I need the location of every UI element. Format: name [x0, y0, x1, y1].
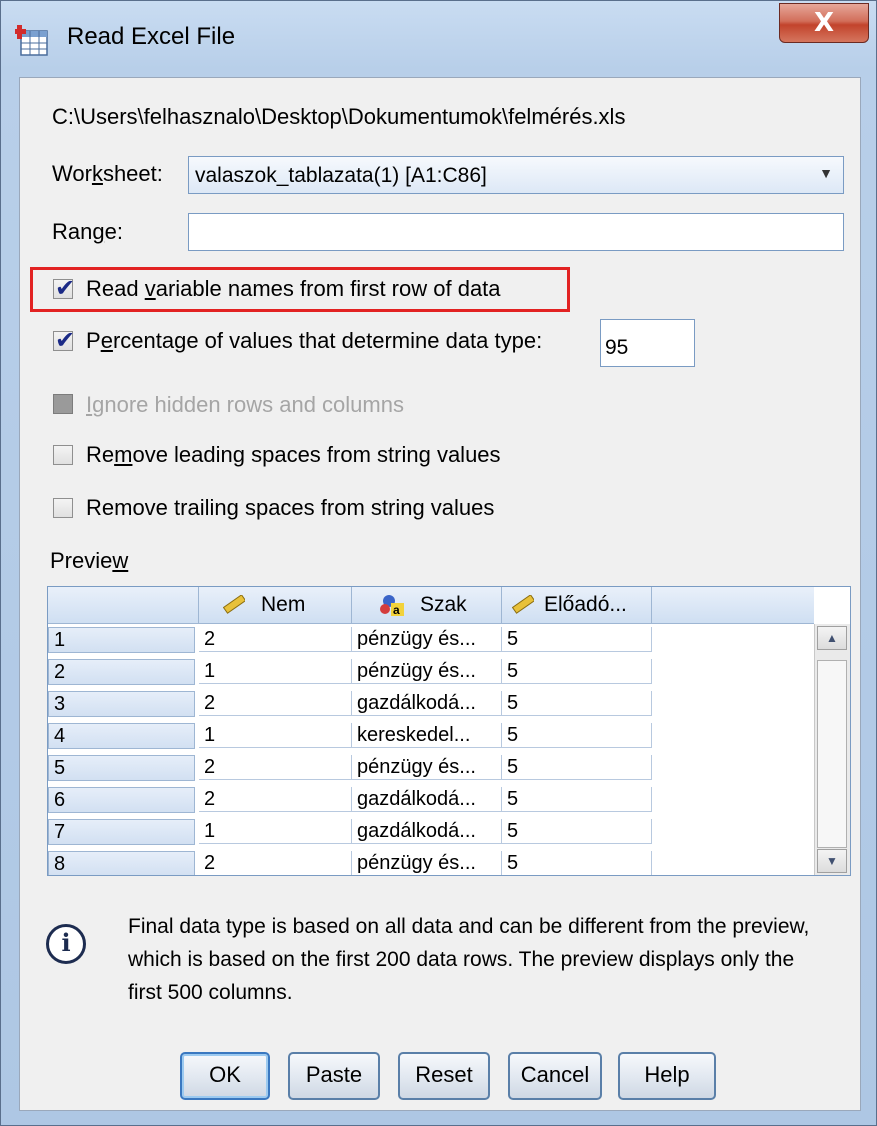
table-cell[interactable]: 2: [199, 787, 352, 812]
row-header[interactable]: 3: [48, 691, 195, 717]
percentage-input[interactable]: 95: [600, 319, 695, 367]
table-cell[interactable]: 5: [502, 659, 652, 684]
table-cell[interactable]: gazdálkodá...: [352, 787, 502, 812]
table-cell[interactable]: 1: [199, 659, 352, 684]
ruler-icon: [223, 595, 245, 614]
cancel-button[interactable]: Cancel: [508, 1052, 602, 1100]
table-cell[interactable]: pénzügy és...: [352, 755, 502, 780]
remove-trailing-label: Remove trailing spaces from string value…: [86, 495, 495, 520]
table-cell[interactable]: pénzügy és...: [352, 659, 502, 684]
reset-button[interactable]: Reset: [398, 1052, 490, 1100]
row-header[interactable]: 8: [48, 851, 195, 875]
preview-label: Preview: [50, 548, 129, 573]
empty-header: [652, 587, 814, 624]
window-title: Read Excel File: [67, 23, 236, 50]
table-cell[interactable]: 1: [199, 819, 352, 844]
range-input[interactable]: [188, 213, 844, 251]
row-header[interactable]: 7: [48, 819, 195, 845]
read-variable-names-label: Read variable names from first row of da…: [86, 276, 501, 301]
read-excel-dialog: Read Excel File X C:\Users\felhasznalo\D…: [0, 0, 877, 1126]
percentage-value: 95: [605, 336, 629, 359]
spss-data-icon: [15, 25, 48, 56]
table-cell[interactable]: 2: [199, 755, 352, 780]
table-cell[interactable]: 5: [502, 691, 652, 716]
column-name: Előadó...: [544, 593, 627, 616]
table-cell[interactable]: 2: [199, 691, 352, 716]
checkmark-icon: ✔: [55, 274, 76, 302]
table-cell[interactable]: pénzügy és...: [352, 627, 502, 652]
table-cell[interactable]: gazdálkodá...: [352, 819, 502, 844]
table-cell[interactable]: 5: [502, 819, 652, 844]
checkmark-icon: ✔: [55, 326, 76, 354]
worksheet-value: valaszok_tablazata(1) [A1:C86]: [195, 164, 487, 187]
scroll-up-button[interactable]: ▲: [817, 626, 847, 650]
svg-text:a: a: [393, 603, 400, 617]
nominal-icon: a: [380, 595, 404, 617]
info-icon: i: [46, 924, 86, 964]
ruler-icon: [512, 595, 534, 614]
title-bar: Read Excel File X: [1, 1, 876, 77]
row-header[interactable]: 6: [48, 787, 195, 813]
scroll-thumb[interactable]: [817, 660, 847, 848]
preview-table[interactable]: Nem a Szak Előadó... 1 2 pénzügy és... 5 2 1 p…: [47, 586, 851, 876]
worksheet-label: Worksheet:: [52, 161, 163, 186]
paste-button[interactable]: Paste: [288, 1052, 380, 1100]
ok-button[interactable]: OK: [180, 1052, 270, 1100]
row-header[interactable]: 1: [48, 627, 195, 653]
table-cell[interactable]: kereskedel...: [352, 723, 502, 748]
remove-trailing-checkbox[interactable]: [53, 498, 73, 518]
row-header[interactable]: 5: [48, 755, 195, 781]
worksheet-dropdown[interactable]: valaszok_tablazata(1) [A1:C86] ▼: [188, 156, 844, 194]
range-label: Range:: [52, 219, 123, 244]
percentage-label: Percentage of values that determine data…: [86, 328, 543, 353]
column-name: Szak: [420, 593, 467, 616]
remove-leading-checkbox[interactable]: [53, 445, 73, 465]
table-cell[interactable]: 5: [502, 627, 652, 652]
table-cell[interactable]: 5: [502, 723, 652, 748]
ignore-hidden-checkbox: [53, 394, 73, 414]
dialog-body: C:\Users\felhasznalo\Desktop\Dokumentumo…: [19, 77, 861, 1111]
table-cell[interactable]: pénzügy és...: [352, 851, 502, 875]
column-header-nem[interactable]: Nem: [199, 587, 352, 624]
remove-leading-label: Remove leading spaces from string values: [86, 442, 501, 467]
table-cell[interactable]: 1: [199, 723, 352, 748]
scroll-down-button[interactable]: ▼: [817, 849, 847, 873]
table-cell[interactable]: 2: [199, 627, 352, 652]
help-button[interactable]: Help: [618, 1052, 716, 1100]
row-header[interactable]: 2: [48, 659, 195, 685]
chevron-down-icon: ▼: [819, 165, 833, 181]
row-header[interactable]: 4: [48, 723, 195, 749]
close-icon: X: [813, 8, 835, 38]
table-cell[interactable]: 5: [502, 787, 652, 812]
read-variable-names-checkbox[interactable]: ✔: [53, 274, 75, 302]
table-cell[interactable]: 5: [502, 851, 652, 875]
table-cell[interactable]: gazdálkodá...: [352, 691, 502, 716]
ignore-hidden-label: Ignore hidden rows and columns: [86, 392, 404, 417]
column-header-eloado[interactable]: Előadó...: [502, 587, 652, 624]
info-text: Final data type is based on all data and…: [128, 915, 810, 1004]
corner-header: [48, 587, 199, 624]
table-cell[interactable]: 5: [502, 755, 652, 780]
table-cell[interactable]: 2: [199, 851, 352, 875]
column-header-szak[interactable]: a Szak: [352, 587, 502, 624]
close-button[interactable]: X: [779, 3, 869, 43]
file-path: C:\Users\felhasznalo\Desktop\Dokumentumo…: [52, 104, 626, 129]
column-name: Nem: [261, 593, 306, 616]
vertical-scrollbar[interactable]: ▲ ▼: [814, 624, 850, 875]
percentage-checkbox[interactable]: ✔: [53, 326, 75, 354]
